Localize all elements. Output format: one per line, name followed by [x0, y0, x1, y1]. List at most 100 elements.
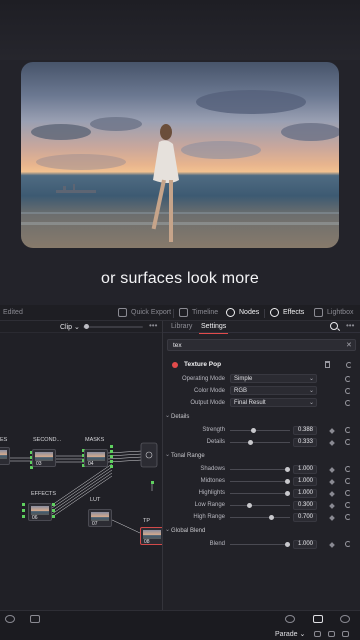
- operating-mode-label: Operating Mode: [181, 376, 225, 382]
- slider-label: Low Range: [194, 502, 225, 508]
- loop-icon[interactable]: [5, 615, 15, 623]
- node-graph[interactable]: ES SECOND... 03 MASKS 04 EFFECTS 06 LUT …: [0, 333, 162, 610]
- slider-label: High Range: [193, 514, 225, 520]
- node-label: SECOND...: [33, 437, 62, 443]
- video-caption: or surfaces look more: [100, 270, 260, 287]
- scope-mode-dropdown[interactable]: Parade ⌄: [275, 630, 305, 638]
- chevron-down-icon: ⌄: [309, 376, 315, 382]
- reset-icon[interactable]: [345, 427, 351, 433]
- high-range-value[interactable]: 0.700: [293, 513, 317, 522]
- reset-icon[interactable]: [345, 478, 351, 484]
- keyframe-icon[interactable]: [329, 479, 335, 485]
- scope-settings-icon[interactable]: [314, 631, 321, 637]
- edited-label: Edited: [3, 309, 23, 316]
- low-range-value[interactable]: 0.300: [293, 501, 317, 510]
- strength-slider[interactable]: [230, 428, 290, 433]
- strength-value[interactable]: 0.388: [293, 426, 317, 435]
- chevron-down-icon: ⌄: [309, 388, 315, 394]
- scopes-icon[interactable]: [313, 615, 323, 623]
- node-label: LUT: [90, 497, 101, 503]
- highlights-slider[interactable]: [230, 491, 290, 496]
- keyframe-icon[interactable]: [329, 542, 335, 548]
- midtones-slider[interactable]: [230, 479, 290, 484]
- highlights-value[interactable]: 1.000: [293, 489, 317, 498]
- blend-value[interactable]: 1.000: [293, 540, 317, 549]
- reset-icon[interactable]: [345, 490, 351, 496]
- timeline-button[interactable]: Timeline: [179, 308, 218, 317]
- node[interactable]: 07: [88, 509, 112, 527]
- effect-header: Texture Pop: [167, 359, 356, 371]
- output-mode-label: Output Mode: [190, 400, 225, 406]
- quick-export-button[interactable]: Quick Export: [118, 308, 171, 317]
- effects-settings-panel: Library Settings ••• tex ✕ Texture Pop O…: [163, 321, 360, 610]
- tab-library[interactable]: Library: [171, 323, 192, 330]
- keyframe-icon[interactable]: [329, 428, 335, 434]
- keyframe-icon[interactable]: [329, 467, 335, 473]
- details-slider[interactable]: [230, 440, 290, 445]
- blend-slider[interactable]: [230, 542, 290, 547]
- effects-icon: [270, 308, 279, 317]
- color-mode-dropdown[interactable]: RGB ⌄: [230, 386, 317, 395]
- operating-mode-dropdown[interactable]: Simple ⌄: [230, 374, 317, 383]
- tonal-range-section-header[interactable]: Tonal Range: [165, 451, 205, 459]
- node-zoom-slider[interactable]: [83, 324, 143, 329]
- keyframe-icon[interactable]: [329, 503, 335, 509]
- search-icon[interactable]: [330, 322, 338, 330]
- trash-icon[interactable]: [325, 361, 330, 368]
- low-range-slider[interactable]: [230, 503, 290, 508]
- node[interactable]: [0, 447, 10, 465]
- keyframe-icon[interactable]: [329, 491, 335, 497]
- reset-icon[interactable]: [345, 388, 351, 394]
- shadows-value[interactable]: 1.000: [293, 465, 317, 474]
- viewer-icon[interactable]: [30, 615, 40, 623]
- clip-mode-dropdown[interactable]: Clip ⌄: [60, 323, 80, 331]
- reset-icon[interactable]: [345, 376, 351, 382]
- panel-more-icon[interactable]: •••: [346, 321, 354, 330]
- output-mode-dropdown[interactable]: Final Result ⌄: [230, 398, 317, 407]
- global-blend-section-header[interactable]: Global Blend: [165, 526, 205, 534]
- page-toolbar: Edited Quick Export Timeline Nodes Effec…: [0, 305, 360, 321]
- slider-label: Strength: [202, 427, 225, 433]
- node[interactable]: 04: [84, 449, 108, 467]
- node-label: MASKS: [85, 437, 105, 443]
- details-section-header[interactable]: Details: [165, 412, 189, 420]
- node[interactable]: 03: [32, 449, 56, 467]
- reset-icon[interactable]: [345, 439, 351, 445]
- shadows-slider[interactable]: [230, 467, 290, 472]
- effects-search-input[interactable]: tex ✕: [167, 339, 356, 351]
- nodes-button[interactable]: Nodes: [226, 308, 259, 317]
- node-more-icon[interactable]: •••: [149, 321, 157, 330]
- info-icon[interactable]: [340, 615, 350, 623]
- keyframe-icon[interactable]: [329, 515, 335, 521]
- audio-icon[interactable]: [285, 615, 295, 623]
- node[interactable]: 06: [28, 503, 52, 521]
- color-mode-label: Color Mode: [193, 388, 225, 394]
- effect-enable-toggle[interactable]: [172, 362, 178, 368]
- high-range-slider[interactable]: [230, 515, 290, 520]
- midtones-value[interactable]: 1.000: [293, 477, 317, 486]
- reset-icon[interactable]: [345, 541, 351, 547]
- details-value[interactable]: 0.333: [293, 438, 317, 447]
- scope-grid-icon[interactable]: [342, 631, 349, 637]
- slider-label: Details: [206, 439, 225, 445]
- selected-node[interactable]: 08: [140, 527, 162, 545]
- reset-icon[interactable]: [345, 502, 351, 508]
- tab-settings[interactable]: Settings: [198, 323, 229, 334]
- reset-icon[interactable]: [346, 362, 352, 368]
- keyframe-icon[interactable]: [329, 440, 335, 446]
- bottom-bar: Parade ⌄: [0, 610, 360, 640]
- slider-label: Midtones: [200, 478, 225, 484]
- node-label: ES: [0, 437, 8, 443]
- nodes-icon: [226, 308, 235, 317]
- reset-icon[interactable]: [345, 466, 351, 472]
- scope-expand-icon[interactable]: [328, 631, 335, 637]
- clear-search-icon[interactable]: ✕: [346, 341, 352, 349]
- slider-label: Blend: [209, 541, 225, 547]
- node-label: EFFECTS: [31, 491, 57, 497]
- reset-icon[interactable]: [345, 400, 351, 406]
- effects-button[interactable]: Effects: [270, 308, 304, 317]
- export-icon: [118, 308, 127, 317]
- slider-label: Shadows: [200, 466, 225, 472]
- lightbox-button[interactable]: Lightbox: [314, 308, 353, 317]
- reset-icon[interactable]: [345, 514, 351, 520]
